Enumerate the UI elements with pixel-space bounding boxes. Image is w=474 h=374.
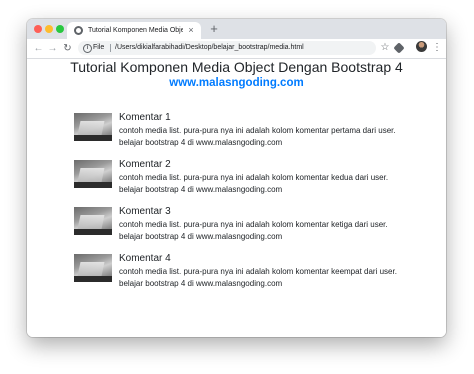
minimize-window-button[interactable] — [45, 25, 53, 33]
maximize-window-button[interactable] — [56, 25, 64, 33]
tab-title: Tutorial Komponen Media Obje — [88, 27, 183, 34]
media-text-line: contoh media list. pura-pura nya ini ada… — [119, 126, 396, 135]
media-item: Komentar 2 contoh media list. pura-pura … — [74, 159, 424, 202]
more-menu-icon[interactable]: ⋮ — [432, 41, 442, 55]
forward-arrow-icon[interactable]: → — [46, 42, 59, 55]
media-body: contoh media list. pura-pura nya ini ada… — [119, 219, 419, 243]
back-arrow-icon[interactable]: ← — [32, 42, 45, 55]
media-item: Komentar 3 contoh media list. pura-pura … — [74, 206, 424, 249]
address-bar[interactable]: i File /Users/dikialfarabihadi/Desktop/b… — [78, 41, 376, 55]
media-heading: Komentar 4 — [119, 253, 171, 264]
reload-icon[interactable]: ↻ — [61, 42, 74, 55]
media-heading: Komentar 3 — [119, 206, 171, 217]
laptop-thumbnail — [74, 160, 112, 188]
globe-icon — [74, 26, 83, 35]
media-text-line: belajar bootstrap 4 di www.malasngoding.… — [119, 279, 283, 288]
file-label: File — [93, 44, 105, 51]
media-text-line: belajar bootstrap 4 di www.malasngoding.… — [119, 232, 283, 241]
profile-avatar[interactable] — [416, 41, 427, 52]
media-text-line: contoh media list. pura-pura nya ini ada… — [119, 173, 389, 182]
media-item: Komentar 1 contoh media list. pura-pura … — [74, 112, 424, 155]
laptop-thumbnail — [74, 254, 112, 282]
media-text-line: belajar bootstrap 4 di www.malasngoding.… — [119, 138, 283, 147]
tab-close-icon[interactable]: × — [186, 24, 196, 36]
media-item: Komentar 4 contoh media list. pura-pura … — [74, 253, 424, 296]
address-separator — [110, 44, 111, 52]
tab-bar: Tutorial Komponen Media Obje × + — [27, 19, 446, 39]
page-content: Tutorial Komponen Media Object Dengan Bo… — [27, 59, 446, 337]
media-heading: Komentar 2 — [119, 159, 171, 170]
media-body: contoh media list. pura-pura nya ini ada… — [119, 125, 419, 149]
info-icon[interactable]: i — [83, 44, 92, 53]
browser-tab[interactable]: Tutorial Komponen Media Obje × — [67, 22, 201, 39]
media-text-line: belajar bootstrap 4 di www.malasngoding.… — [119, 185, 283, 194]
laptop-thumbnail — [74, 207, 112, 235]
media-text-line: contoh media list. pura-pura nya ini ada… — [119, 220, 388, 229]
browser-window: Tutorial Komponen Media Obje × + ← → ↻ i… — [27, 19, 446, 337]
laptop-thumbnail — [74, 113, 112, 141]
page-title: Tutorial Komponen Media Object Dengan Bo… — [70, 59, 403, 75]
site-link[interactable]: www.malasngoding.com — [27, 75, 446, 91]
media-body: contoh media list. pura-pura nya ini ada… — [119, 172, 419, 196]
media-body: contoh media list. pura-pura nya ini ada… — [119, 266, 419, 290]
media-heading: Komentar 1 — [119, 112, 171, 123]
new-tab-button[interactable]: + — [207, 22, 221, 36]
close-window-button[interactable] — [34, 25, 42, 33]
url-text[interactable]: /Users/dikialfarabihadi/Desktop/belajar_… — [115, 42, 370, 54]
media-text-line: contoh media list. pura-pura nya ini ada… — [119, 267, 397, 276]
star-icon[interactable]: ☆ — [379, 41, 391, 55]
